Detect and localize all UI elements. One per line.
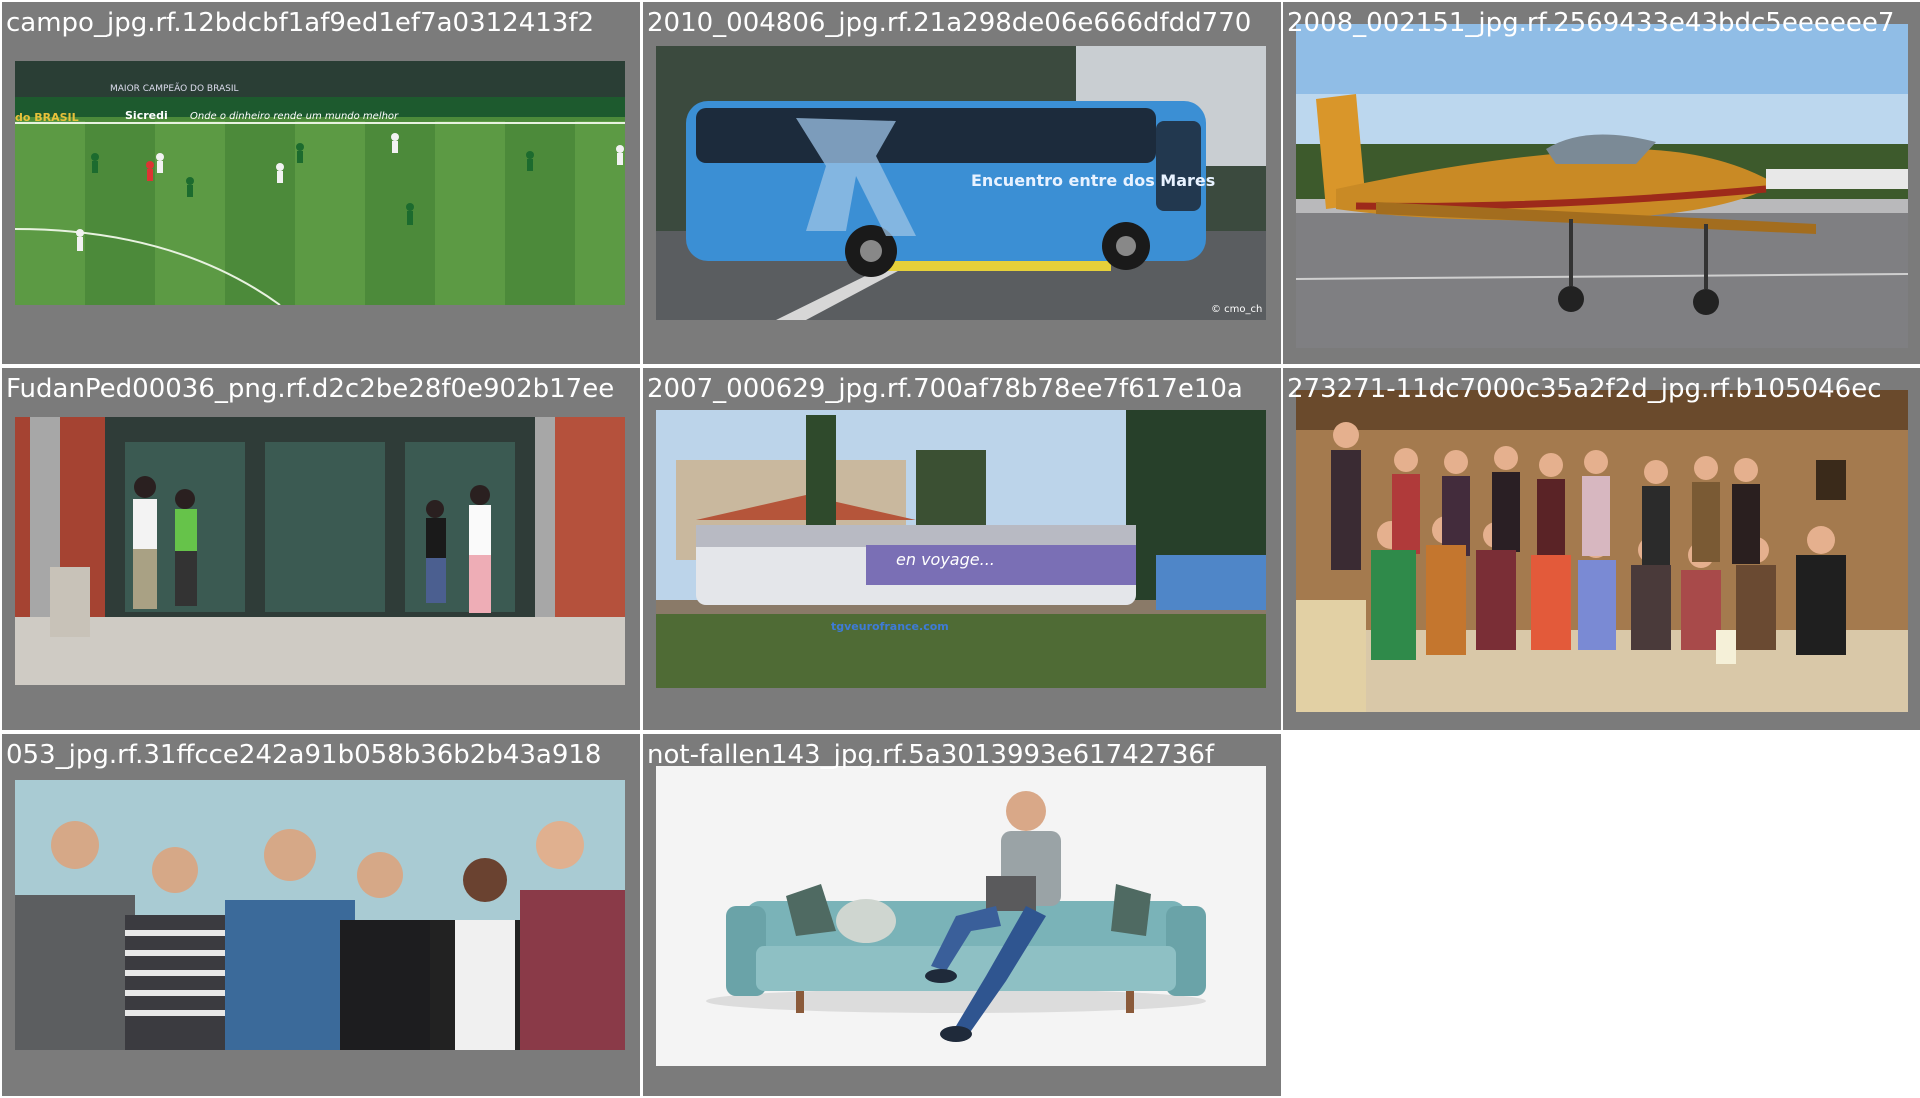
train-livery-text: en voyage... — [896, 550, 995, 569]
stadium-banner-text: MAIOR CAMPEÃO DO BRASIL — [110, 83, 239, 94]
stadium-banner-text-2: do BRASIL — [15, 111, 79, 124]
cell-caption: campo_jpg.rf.12bdcbf1af9ed1ef7a0312413f2 — [6, 8, 595, 38]
cell-caption: FudanPed00036_png.rf.d2c2be28f0e902b17ee — [6, 374, 615, 404]
grid-cell-soccer[interactable]: campo_jpg.rf.12bdcbf1af9ed1ef7a0312413f2… — [2, 2, 640, 364]
soccer-field-thumbnail[interactable]: MAIOR CAMPEÃO DO BRASIL do BRASIL Sicred… — [15, 61, 625, 305]
grid-cell-train[interactable]: 2007_000629_jpg.rf.700af78b78ee7f617e10a… — [643, 368, 1281, 730]
cell-caption: not-fallen143_jpg.rf.5a3013993e61742736f — [647, 740, 1215, 770]
grid-cell-airplane[interactable]: 2008_002151_jpg.rf.2569433e43bdc5eeeeee7 — [1283, 2, 1920, 364]
grid-cell-sofa[interactable]: not-fallen143_jpg.rf.5a3013993e61742736f — [643, 734, 1281, 1096]
cell-caption: 2008_002151_jpg.rf.2569433e43bdc5eeeeee7 — [1287, 8, 1895, 38]
grid-cell-bus[interactable]: 2010_004806_jpg.rf.21a298de06e666dfdd770… — [643, 2, 1281, 364]
man-on-sofa-thumbnail[interactable] — [656, 766, 1266, 1066]
blue-bus-thumbnail[interactable]: Encuentro entre dos Mares © cmo_ch — [656, 46, 1266, 320]
train-thumbnail[interactable]: en voyage... tgveurofrance.com — [656, 410, 1266, 688]
group-women-thumbnail[interactable] — [1296, 390, 1908, 712]
pedestrians-building-thumbnail[interactable] — [15, 417, 625, 685]
small-airplane-thumbnail[interactable] — [1296, 24, 1908, 348]
bus-side-text: Encuentro entre dos Mares — [971, 171, 1215, 190]
grid-cell-group[interactable]: 273271-11dc7000c35a2f2d_jpg.rf.b105046ec — [1283, 368, 1920, 730]
sponsor-text: Sicredi — [125, 109, 168, 122]
cell-caption: 2010_004806_jpg.rf.21a298de06e666dfdd770 — [647, 8, 1252, 38]
sponsor-slogan-text: Onde o dinheiro rende um mundo melhor — [190, 111, 399, 122]
six-people-thumbnail[interactable] — [15, 780, 625, 1050]
photo-watermark: © cmo_ch — [1211, 304, 1262, 315]
grid-cell-pedestrians[interactable]: FudanPed00036_png.rf.d2c2be28f0e902b17ee — [2, 368, 640, 730]
train-website-text: tgveurofrance.com — [831, 620, 949, 633]
grid-cell-people[interactable]: 053_jpg.rf.31ffcce242a91b058b36b2b43a918 — [2, 734, 640, 1096]
cell-caption: 273271-11dc7000c35a2f2d_jpg.rf.b105046ec — [1287, 374, 1882, 404]
cell-caption: 2007_000629_jpg.rf.700af78b78ee7f617e10a — [647, 374, 1243, 404]
cell-caption: 053_jpg.rf.31ffcce242a91b058b36b2b43a918 — [6, 740, 602, 770]
